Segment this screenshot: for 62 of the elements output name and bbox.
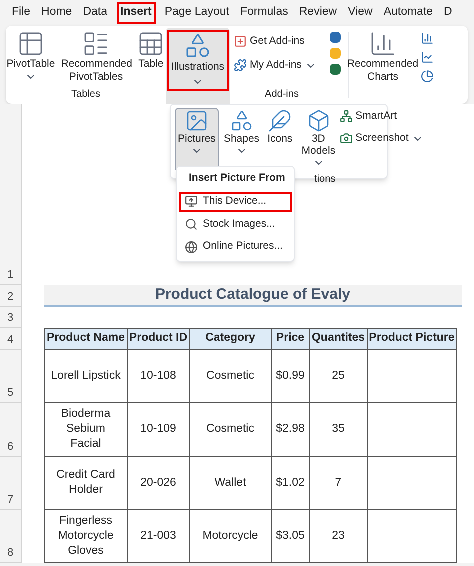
- row-header: 1: [0, 104, 22, 285]
- table-cell: Credit Card Holder: [44, 457, 128, 510]
- row-header: 8: [0, 510, 22, 563]
- ribbon-button[interactable]: SmartArt: [340, 109, 424, 125]
- row-header: 3: [0, 307, 22, 328]
- diagram-icon: [340, 110, 353, 124]
- ribbon-button[interactable]: Recommended PivotTables: [60, 30, 132, 87]
- plus-grid-icon: [234, 35, 247, 48]
- ribbon-button[interactable]: Pictures: [175, 108, 219, 172]
- column-header: Quantites: [309, 328, 368, 350]
- column-header: Product ID: [127, 328, 190, 350]
- bar-chart-icon[interactable]: [421, 32, 434, 45]
- ribbon-button[interactable]: Table: [136, 30, 166, 87]
- pie-chart-icon[interactable]: [421, 70, 434, 83]
- group-label: Add-ins: [264, 88, 300, 102]
- ribbon-button[interactable]: 3D Models: [298, 108, 340, 172]
- menu-tab[interactable]: Data: [81, 4, 110, 22]
- menu-header: Insert Picture From: [188, 171, 286, 186]
- menu-tab[interactable]: Formulas: [238, 4, 290, 22]
- row-header: 5: [0, 350, 22, 403]
- chart-icon: [369, 30, 397, 58]
- row-header: 2: [0, 285, 22, 307]
- column-header: Product Name: [44, 328, 128, 350]
- ribbon-button[interactable]: Recommended Charts: [349, 26, 417, 104]
- sheet-title: Product Catalogue of Evaly: [44, 285, 462, 307]
- app-icon: [330, 48, 341, 59]
- ribbon-button[interactable]: My Add-ins: [234, 58, 330, 74]
- menu-item[interactable]: Online Pictures...: [179, 237, 292, 257]
- ribbon-button[interactable]: Screenshot: [340, 130, 424, 146]
- menu-tab[interactable]: D: [442, 4, 454, 22]
- shapes-icon: [184, 32, 212, 60]
- group-label: Tables: [72, 88, 100, 102]
- ribbon-button[interactable]: Get Add-ins: [234, 34, 330, 50]
- column-header: Product Picture: [367, 328, 457, 350]
- ribbon-button[interactable]: PivotTable: [6, 30, 56, 87]
- app-icon: [330, 64, 341, 75]
- menu-tab[interactable]: Page Layout: [162, 4, 232, 22]
- table-cell: Fingerless Motorcycle Gloves: [44, 510, 128, 563]
- feather-icon: [268, 109, 292, 133]
- row-header: 6: [0, 403, 22, 457]
- app-icon: [330, 32, 341, 43]
- menu-tab[interactable]: Review: [297, 4, 340, 22]
- menu-tab[interactable]: Automate: [382, 4, 436, 22]
- column-header: Price: [271, 328, 310, 350]
- menu-tab[interactable]: Home: [40, 4, 74, 22]
- menu-item[interactable]: Stock Images...: [179, 214, 292, 234]
- illustrations-button[interactable]: Illustrations: [166, 28, 230, 104]
- table-cell: Lorell Lipstick: [44, 350, 128, 403]
- cube-icon: [306, 109, 331, 133]
- row-header: 7: [0, 457, 22, 510]
- menu-item[interactable]: This Device...: [179, 192, 292, 212]
- line-chart-icon[interactable]: [421, 51, 434, 64]
- group-label: tions: [314, 173, 337, 187]
- menu-tab[interactable]: View: [346, 4, 375, 22]
- puzzle-icon: [234, 59, 247, 72]
- shapes-icon: [230, 109, 254, 133]
- menu-tab[interactable]: Insert: [116, 2, 156, 24]
- row-header: 4: [0, 328, 22, 350]
- camera-icon: [340, 132, 353, 146]
- menu-tab[interactable]: File: [10, 4, 33, 22]
- column-header: Category: [189, 328, 272, 350]
- table-cell: Bioderma Sebium Facial: [44, 403, 128, 457]
